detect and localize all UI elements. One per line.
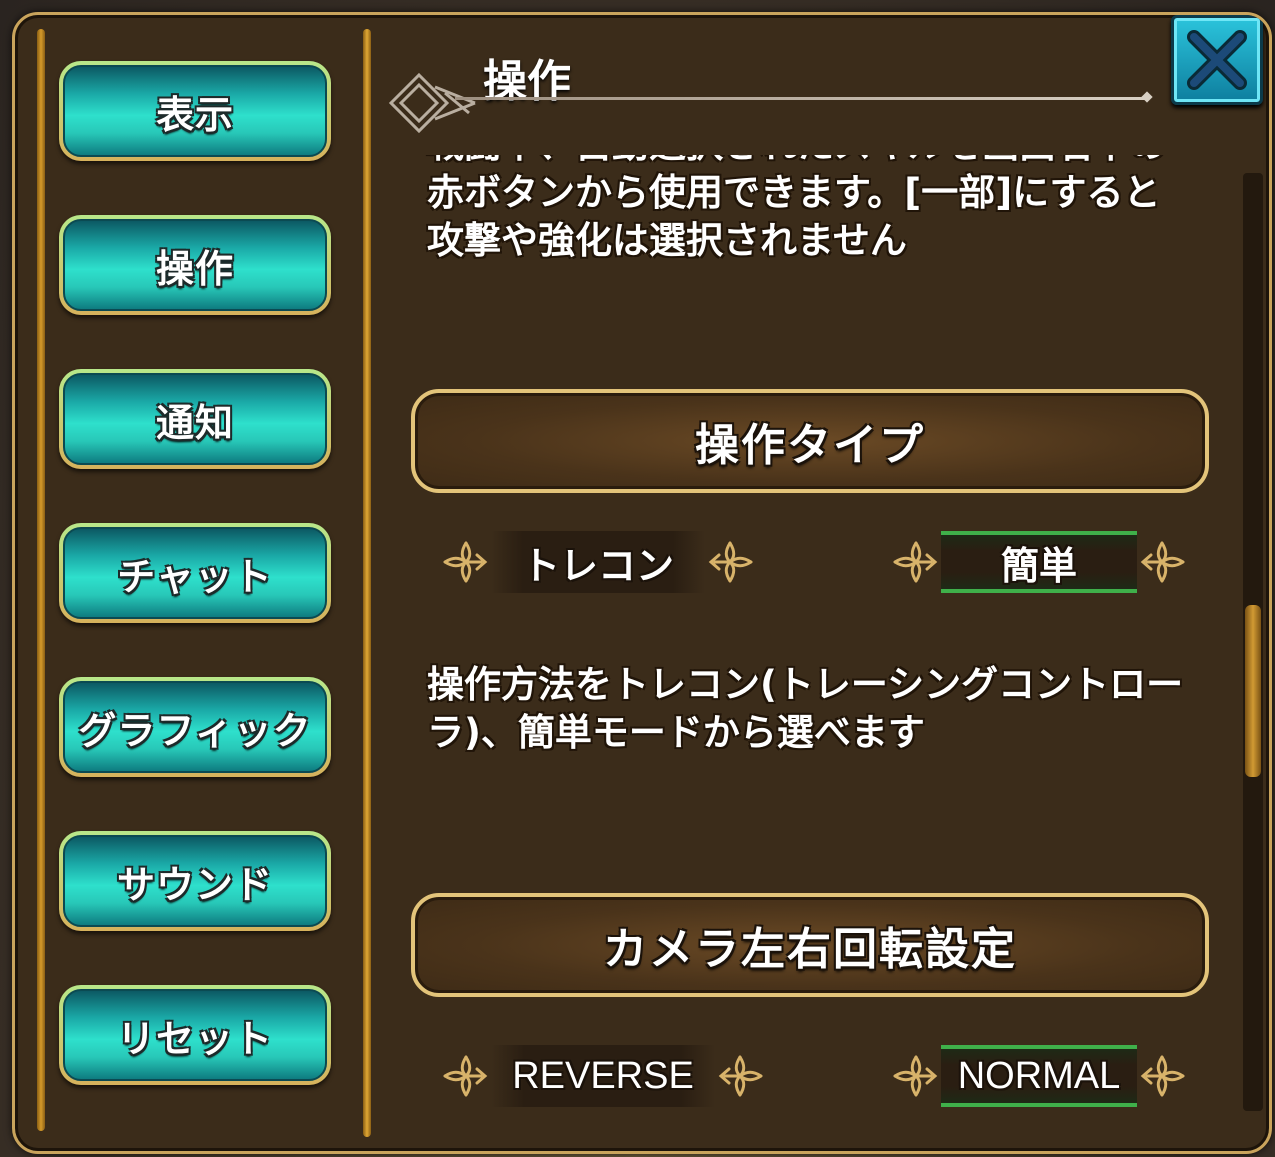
fleur-ornament-icon: [1137, 1051, 1187, 1101]
fleur-ornament-icon: [441, 537, 491, 587]
option-normal[interactable]: NORMAL: [891, 1045, 1187, 1107]
tab-controls[interactable]: 操作: [59, 215, 331, 315]
tab-display[interactable]: 表示: [59, 61, 331, 161]
tab-label: サウンド: [116, 862, 273, 907]
fleur-ornament-icon: [705, 537, 755, 587]
header-divider: [455, 97, 1145, 100]
settings-content[interactable]: 戦闘中、自動選択されたスキルを画面右下の赤ボタンから使用できます。[一部]にする…: [385, 155, 1225, 1135]
fleur-ornament-icon: [1137, 537, 1187, 587]
tab-notifications[interactable]: 通知: [59, 369, 331, 469]
divider-rail: [363, 29, 371, 1137]
close-button[interactable]: [1171, 15, 1263, 105]
tab-label: リセット: [116, 1016, 273, 1061]
section-header-camera-rotation: カメラ左右回転設定: [411, 893, 1209, 997]
tab-label: チャット: [117, 554, 273, 599]
section-header-control-type: 操作タイプ: [411, 389, 1209, 493]
option-label: NORMAL: [957, 1054, 1121, 1097]
section-title: 操作タイプ: [695, 420, 925, 471]
fleur-ornament-icon: [891, 537, 941, 587]
fleur-ornament-icon: [891, 1051, 941, 1101]
tab-chat[interactable]: チャット: [59, 523, 331, 623]
settings-window: 表示 操作 通知 チャット グラフィック サウンド リセット 操作 戦: [12, 12, 1272, 1154]
section-title: カメラ左右回転設定: [603, 924, 1017, 975]
option-reverse[interactable]: REVERSE: [441, 1045, 765, 1107]
option-label: トレコン: [521, 543, 674, 588]
tab-label: 表示: [155, 92, 234, 137]
option-label: REVERSE: [512, 1054, 694, 1097]
diamond-emblem-icon: [388, 72, 476, 134]
scrollbar-thumb[interactable]: [1245, 605, 1261, 777]
skill-description: 戦闘中、自動選択されたスキルを画面右下の赤ボタンから使用できます。[一部]にする…: [427, 155, 1167, 262]
fleur-ornament-icon: [715, 1051, 765, 1101]
tab-sound[interactable]: サウンド: [59, 831, 331, 931]
option-label: 簡単: [1000, 543, 1077, 588]
tab-label: グラフィック: [78, 708, 312, 753]
control-type-description: 操作方法をトレコン(トレーシングコントローラ)、簡単モードから選べます: [427, 663, 1184, 754]
tab-reset[interactable]: リセット: [59, 985, 331, 1085]
option-tracon[interactable]: トレコン: [441, 531, 755, 593]
fleur-ornament-icon: [441, 1051, 491, 1101]
left-rail: [37, 29, 45, 1131]
close-x-icon: [1187, 30, 1247, 90]
tab-graphics[interactable]: グラフィック: [59, 677, 331, 777]
tab-label: 操作: [155, 246, 234, 291]
tab-label: 通知: [155, 400, 234, 445]
option-simple[interactable]: 簡単: [891, 531, 1187, 593]
